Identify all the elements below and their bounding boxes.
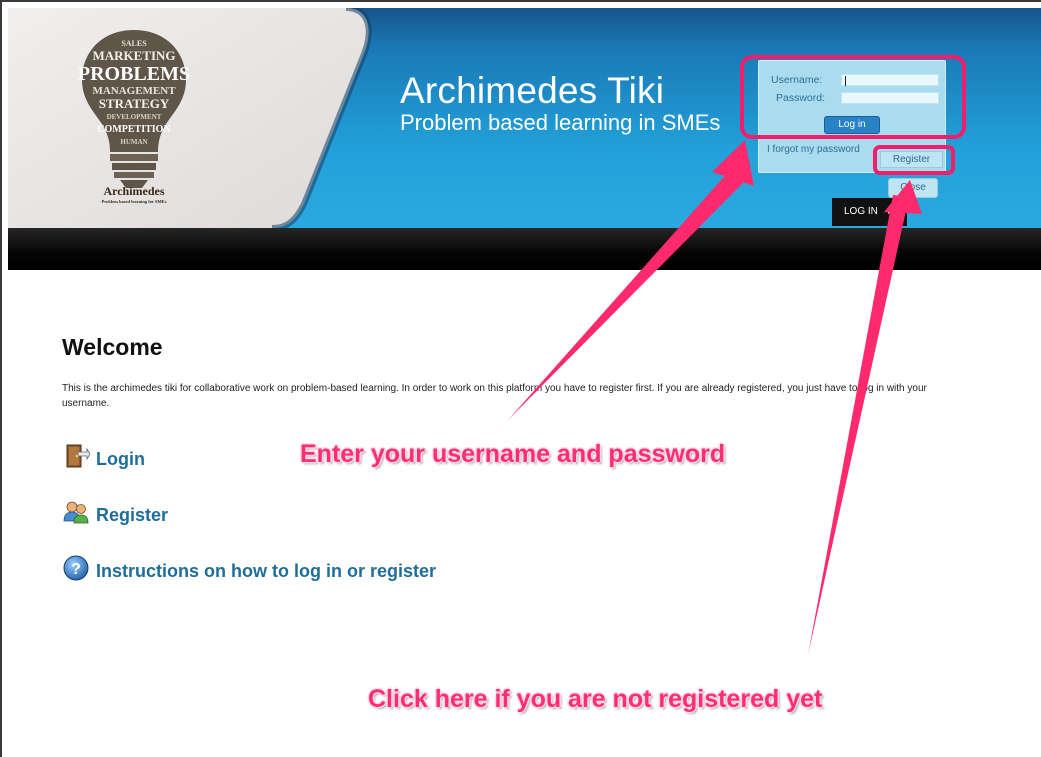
site-subtitle: Problem based learning in SMEs <box>400 110 721 135</box>
instructions-link-label: Instructions on how to log in or registe… <box>96 561 437 581</box>
site-title: Archimedes Tiki <box>400 70 665 111</box>
annotation-credentials: Enter your username and password <box>300 440 726 468</box>
login-link[interactable]: Login <box>62 442 145 470</box>
forgot-password-link[interactable]: I forgot my password <box>767 144 860 155</box>
help-question-icon: ? <box>63 555 89 581</box>
door-exit-icon <box>66 444 90 468</box>
text-cursor <box>845 76 846 86</box>
annotation-register: Click here if you are not registered yet <box>368 685 823 713</box>
register-link[interactable]: Register <box>62 498 168 526</box>
instructions-link[interactable]: ? Instructions on how to log in or regis… <box>62 554 436 582</box>
username-label: Username: <box>771 74 823 86</box>
password-label: Password: <box>776 92 826 104</box>
login-button[interactable]: Log in <box>824 116 880 134</box>
login-tab-label: LOG IN <box>844 206 878 217</box>
logo-word-competition: COMPETITION <box>97 124 171 135</box>
logo-title: Archimedes <box>103 184 165 198</box>
login-link-label: Login <box>96 449 145 469</box>
register-button[interactable]: Register <box>880 151 943 168</box>
navigation-bar <box>8 228 1041 270</box>
logo-word-development: DEVELOPMENT <box>107 113 162 121</box>
svg-text:?: ? <box>71 561 81 578</box>
close-button[interactable]: Close <box>888 178 938 198</box>
users-icon <box>63 501 89 524</box>
logo-word-problems: PROBLEMS <box>78 63 190 85</box>
intro-text: This is the archimedes tiki for collabor… <box>62 383 927 409</box>
logo-subtitle: Problem based learning for SMEs <box>101 199 167 204</box>
login-tab[interactable]: LOG IN ▼ <box>832 198 907 226</box>
page-heading: Welcome <box>62 334 163 360</box>
logo-word-human: HUMAN <box>120 138 147 146</box>
logo-word-marketing: MARKETING <box>92 48 175 63</box>
username-input[interactable] <box>841 74 939 86</box>
register-link-label: Register <box>96 505 169 525</box>
logo-word-sales: SALES <box>121 39 147 48</box>
password-input[interactable] <box>841 92 939 104</box>
caret-down-icon: ▼ <box>884 207 893 216</box>
logo-word-strategy: STRATEGY <box>99 96 170 111</box>
